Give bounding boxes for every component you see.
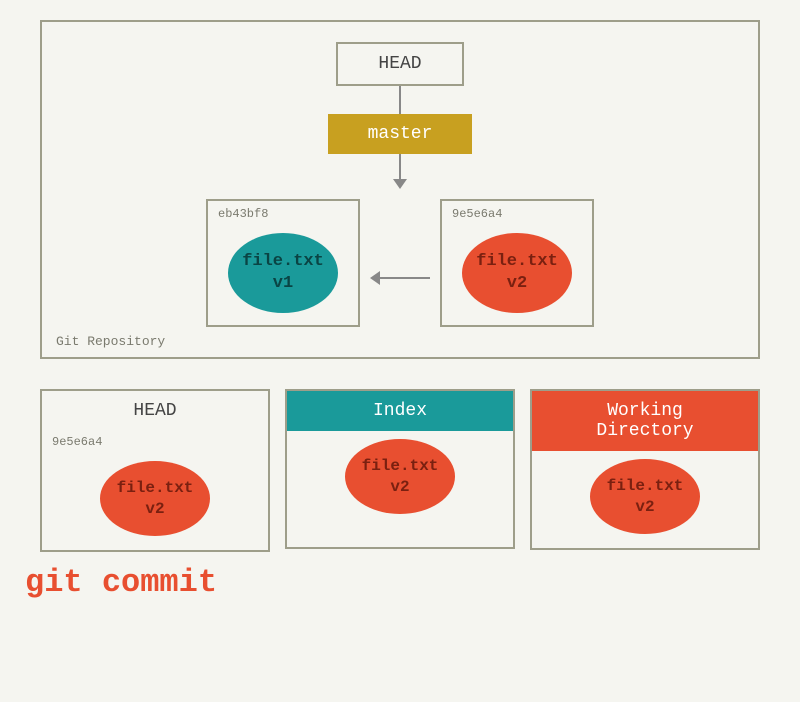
bottom-section: HEAD 9e5e6a4 file.txt v2 Index file.txt … bbox=[40, 389, 760, 552]
commit2-blob: file.txt v2 bbox=[462, 233, 572, 313]
git-repo-section: HEAD master eb43bf8 file.txt v1 bbox=[40, 20, 760, 359]
bottom-index-box: Index file.txt v2 bbox=[285, 389, 515, 549]
commit-box-1: eb43bf8 file.txt v1 bbox=[206, 199, 360, 327]
commit2-hash: 9e5e6a4 bbox=[452, 207, 502, 221]
master-box: master bbox=[328, 114, 473, 154]
bottom-working-blob-text: file.txt v2 bbox=[607, 476, 684, 518]
bottom-index-blob-text: file.txt v2 bbox=[362, 456, 439, 498]
bottom-head-header: HEAD bbox=[42, 391, 268, 431]
commit1-blob-text: file.txt v1 bbox=[242, 251, 324, 295]
main-container: HEAD master eb43bf8 file.txt v1 bbox=[0, 0, 800, 702]
head-to-master-line bbox=[399, 86, 401, 114]
commit-arrow bbox=[370, 271, 430, 285]
arrow-horiz-line bbox=[380, 277, 430, 279]
commits-row: eb43bf8 file.txt v1 9e5e6a4 file.t bbox=[62, 199, 738, 327]
bottom-working-blob: file.txt v2 bbox=[590, 459, 700, 534]
git-commit-label: git commit bbox=[20, 564, 217, 601]
commit-box-2: 9e5e6a4 file.txt v2 bbox=[440, 199, 594, 327]
commit1-blob: file.txt v1 bbox=[228, 233, 338, 313]
arrow-head bbox=[393, 179, 407, 189]
bottom-head-blob-text: file.txt v2 bbox=[117, 478, 194, 520]
arrow-head-left bbox=[370, 271, 380, 285]
arrow-line bbox=[399, 154, 401, 179]
git-repo-label: Git Repository bbox=[56, 334, 165, 349]
bottom-index-header: Index bbox=[287, 391, 513, 431]
bottom-head-hash: 9e5e6a4 bbox=[42, 431, 112, 453]
head-box: HEAD bbox=[336, 42, 463, 86]
repo-top-row: HEAD master bbox=[62, 42, 738, 189]
bottom-working-header: Working Directory bbox=[532, 391, 758, 451]
commit1-hash: eb43bf8 bbox=[218, 207, 268, 221]
bottom-head-box: HEAD 9e5e6a4 file.txt v2 bbox=[40, 389, 270, 552]
bottom-index-blob: file.txt v2 bbox=[345, 439, 455, 514]
master-label: master bbox=[368, 124, 433, 144]
bottom-head-blob: file.txt v2 bbox=[100, 461, 210, 536]
master-to-commit-arrow bbox=[393, 154, 407, 189]
head-label: HEAD bbox=[378, 54, 421, 74]
bottom-working-box: Working Directory file.txt v2 bbox=[530, 389, 760, 550]
commit2-blob-text: file.txt v2 bbox=[476, 251, 558, 295]
